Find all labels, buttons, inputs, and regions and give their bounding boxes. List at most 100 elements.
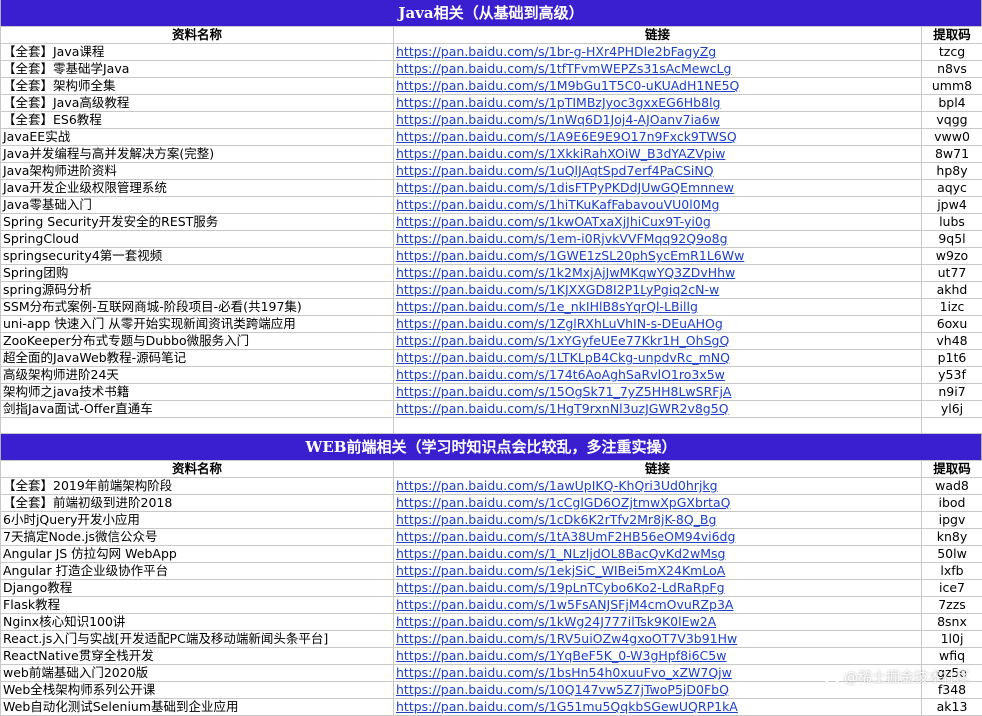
resource-link[interactable]: https://pan.baidu.com/s/1XkkiRahXOiW_B3d…: [394, 146, 922, 163]
resource-name: 【全套】零基础学Java: [1, 61, 394, 78]
resource-name: Angular JS 仿拉勾网 WebApp: [1, 546, 394, 563]
table-row: 架构师之java技术书籍https://pan.baidu.com/s/15Og…: [1, 384, 982, 401]
resource-link[interactable]: https://pan.baidu.com/s/19pLnTCybo6Ko2-L…: [394, 580, 922, 597]
extraction-code: akhd: [922, 282, 982, 299]
table-row: 【全套】前端初级到进阶2018https://pan.baidu.com/s/1…: [1, 495, 982, 512]
extraction-code: bpl4: [922, 95, 982, 112]
resource-name: spring源码分析: [1, 282, 394, 299]
resource-link[interactable]: https://pan.baidu.com/s/1awUpIKQ-KhQri3U…: [394, 478, 922, 495]
empty-cell: [394, 418, 922, 434]
resource-link[interactable]: https://pan.baidu.com/s/1tA38UmF2HB56eOM…: [394, 529, 922, 546]
column-header-name: 资料名称: [1, 461, 394, 478]
resource-name: 【全套】Java高级教程: [1, 95, 394, 112]
resource-link[interactable]: https://pan.baidu.com/s/1ZglRXhLuVhIN-s-…: [394, 316, 922, 333]
table-row: 【全套】零基础学Javahttps://pan.baidu.com/s/1tfT…: [1, 61, 982, 78]
table-row: 6小时jQuery开发小应用https://pan.baidu.com/s/1c…: [1, 512, 982, 529]
table-row: Web自动化测试Selenium基础到企业应用https://pan.baidu…: [1, 699, 982, 716]
resource-name: 高级架构师进阶24天: [1, 367, 394, 384]
extraction-code: jpw4: [922, 197, 982, 214]
resource-link[interactable]: https://pan.baidu.com/s/1GWE1zSL20phSycE…: [394, 248, 922, 265]
resource-name: Spring Security开发安全的REST服务: [1, 214, 394, 231]
resource-name: ZooKeeper分布式专题与Dubbo微服务入门: [1, 333, 394, 350]
resource-link[interactable]: https://pan.baidu.com/s/1e_nkIHlB8sYqrQl…: [394, 299, 922, 316]
juejin-logo-icon: [824, 669, 840, 685]
resource-link[interactable]: https://pan.baidu.com/s/1ekjSiC_WIBei5mX…: [394, 563, 922, 580]
resource-name: 剑指Java面试-Offer直通车: [1, 401, 394, 418]
resource-link[interactable]: https://pan.baidu.com/s/1LTKLpB4Ckg-unpd…: [394, 350, 922, 367]
extraction-code: n9i7: [922, 384, 982, 401]
resource-link[interactable]: https://pan.baidu.com/s/1em-i0RjvkVVFMqq…: [394, 231, 922, 248]
table-row: 高级架构师进阶24天https://pan.baidu.com/s/174t6A…: [1, 367, 982, 384]
resource-link[interactable]: https://pan.baidu.com/s/1kwOATxaXjJhiCux…: [394, 214, 922, 231]
column-header-link: 链接: [394, 27, 922, 44]
extraction-code: vh48: [922, 333, 982, 350]
extraction-code: hp8y: [922, 163, 982, 180]
resource-name: 【全套】前端初级到进阶2018: [1, 495, 394, 512]
extraction-code: aqyc: [922, 180, 982, 197]
extraction-code: 6oxu: [922, 316, 982, 333]
resource-name: 超全面的JavaWeb教程-源码笔记: [1, 350, 394, 367]
table-row: SSM分布式案例-互联网商城-阶段项目-必看(共197集)https://pan…: [1, 299, 982, 316]
extraction-code: vww0: [922, 129, 982, 146]
extraction-code: lxfb: [922, 563, 982, 580]
resource-link[interactable]: https://pan.baidu.com/s/1disFTPyPKDdJUwG…: [394, 180, 922, 197]
watermark-text: @稀土掘金技术社区: [844, 667, 970, 687]
watermark: @稀土掘金技术社区: [824, 667, 970, 687]
resource-name: SSM分布式案例-互联网商城-阶段项目-必看(共197集): [1, 299, 394, 316]
resource-link[interactable]: https://pan.baidu.com/s/1k2MxjAjJwMKqwYQ…: [394, 265, 922, 282]
resource-name: web前端基础入门2020版: [1, 665, 394, 682]
extraction-code: kn8y: [922, 529, 982, 546]
resource-link[interactable]: https://pan.baidu.com/s/1G51mu5QqkbSGewU…: [394, 699, 922, 716]
resource-name: 6小时jQuery开发小应用: [1, 512, 394, 529]
resource-name: Django教程: [1, 580, 394, 597]
resource-link[interactable]: https://pan.baidu.com/s/1cDk6K2rTfv2Mr8j…: [394, 512, 922, 529]
column-header-code: 提取码: [922, 461, 982, 478]
extraction-code: ice7: [922, 580, 982, 597]
resource-name: 【全套】2019年前端架构阶段: [1, 478, 394, 495]
resource-name: React.js入门与实战[开发适配PC端及移动端新闻头条平台]: [1, 631, 394, 648]
table-row: Flask教程https://pan.baidu.com/s/1w5FsANJS…: [1, 597, 982, 614]
resource-link[interactable]: https://pan.baidu.com/s/1hiTKuKafFabavou…: [394, 197, 922, 214]
resource-link[interactable]: https://pan.baidu.com/s/174t6AoAghSaRvlO…: [394, 367, 922, 384]
extraction-code: yl6j: [922, 401, 982, 418]
resource-link[interactable]: https://pan.baidu.com/s/1HgT9rxnNl3uzJGW…: [394, 401, 922, 418]
resource-link[interactable]: https://pan.baidu.com/s/1YqBeF5K_0-W3gHp…: [394, 648, 922, 665]
resource-name: Java零基础入门: [1, 197, 394, 214]
resource-link[interactable]: https://pan.baidu.com/s/1kWg24J777ilTsk9…: [394, 614, 922, 631]
resource-name: uni-app 快速入门 从零开始实现新闻资讯类跨端应用: [1, 316, 394, 333]
resource-name: ReactNative贯穿全栈开发: [1, 648, 394, 665]
resource-link[interactable]: https://pan.baidu.com/s/1KJXXGD8I2P1LyPg…: [394, 282, 922, 299]
extraction-code: lubs: [922, 214, 982, 231]
resource-link[interactable]: https://pan.baidu.com/s/1tfTFvmWEPZs31sA…: [394, 61, 922, 78]
column-header-name: 资料名称: [1, 27, 394, 44]
table-row: 剑指Java面试-Offer直通车https://pan.baidu.com/s…: [1, 401, 982, 418]
table-row: Spring Security开发安全的REST服务https://pan.ba…: [1, 214, 982, 231]
resource-link[interactable]: https://pan.baidu.com/s/1pTIMBzJyoc3gxxE…: [394, 95, 922, 112]
table-row: Spring团购https://pan.baidu.com/s/1k2MxjAj…: [1, 265, 982, 282]
resource-name: Web自动化测试Selenium基础到企业应用: [1, 699, 394, 716]
resource-link[interactable]: https://pan.baidu.com/s/1M9bGu1T5C0-uKUA…: [394, 78, 922, 95]
resource-link[interactable]: https://pan.baidu.com/s/1A9E6E9E9O17n9Fx…: [394, 129, 922, 146]
resource-link[interactable]: https://pan.baidu.com/s/1br-g-HXr4PHDle2…: [394, 44, 922, 61]
resource-link[interactable]: https://pan.baidu.com/s/1_NLzljdOL8BacQv…: [394, 546, 922, 563]
table-row: Angular JS 仿拉勾网 WebApphttps://pan.baidu.…: [1, 546, 982, 563]
resource-link[interactable]: https://pan.baidu.com/s/1RV5uiOZw4gxoOT7…: [394, 631, 922, 648]
resource-link[interactable]: https://pan.baidu.com/s/15OgSk71_7yZ5HH8…: [394, 384, 922, 401]
resource-name: 架构师之java技术书籍: [1, 384, 394, 401]
header-row: 资料名称链接提取码: [1, 27, 982, 44]
extraction-code: y53f: [922, 367, 982, 384]
table-row: 超全面的JavaWeb教程-源码笔记https://pan.baidu.com/…: [1, 350, 982, 367]
table-row: 【全套】ES6教程https://pan.baidu.com/s/1nWq6D1…: [1, 112, 982, 129]
resource-link[interactable]: https://pan.baidu.com/s/1nWq6D1Joj4-AJOa…: [394, 112, 922, 129]
resource-name: 【全套】ES6教程: [1, 112, 394, 129]
resource-link[interactable]: https://pan.baidu.com/s/1w5FsANJSFjM4cmO…: [394, 597, 922, 614]
resource-name: Web全栈架构师系列公开课: [1, 682, 394, 699]
resource-name: JavaEE实战: [1, 129, 394, 146]
extraction-code: w9zo: [922, 248, 982, 265]
resource-link[interactable]: https://pan.baidu.com/s/1uQlJAqtSpd7erf4…: [394, 163, 922, 180]
extraction-code: wfiq: [922, 648, 982, 665]
resource-link[interactable]: https://pan.baidu.com/s/1xYGyfeUEe77Kkr1…: [394, 333, 922, 350]
table-row: Angular 打造企业级协作平台https://pan.baidu.com/s…: [1, 563, 982, 580]
table-row: 【全套】2019年前端架构阶段https://pan.baidu.com/s/1…: [1, 478, 982, 495]
resource-link[interactable]: https://pan.baidu.com/s/1cCglGD6OZjtmwXp…: [394, 495, 922, 512]
